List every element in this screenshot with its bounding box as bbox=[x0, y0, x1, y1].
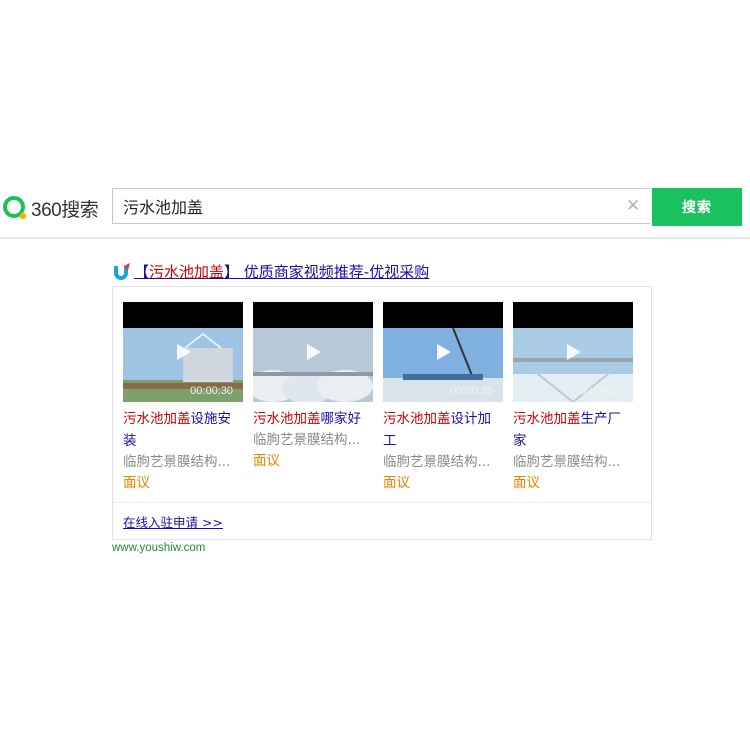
video-list: 00:00:30 污水池加盖设施安装 临朐艺景膜结构... 面议 00:00:1… bbox=[123, 302, 643, 502]
video-duration: 00:00:10 bbox=[320, 385, 363, 397]
video-card: 00:00:30 污水池加盖设施安装 临朐艺景膜结构... 面议 00:00:1… bbox=[112, 286, 652, 540]
video-item[interactable]: 00:00:35 污水池加盖设计加工 临朐艺景膜结构... 面议 bbox=[383, 302, 503, 493]
join-application-link[interactable]: 在线入驻申请 >> bbox=[123, 512, 223, 531]
result-title-link[interactable]: 【污水池加盖】 优质商家视频推荐-优视采购 bbox=[134, 261, 429, 282]
result-title-keyword: 污水池加盖 bbox=[149, 262, 225, 281]
clear-icon[interactable]: ✕ bbox=[624, 197, 642, 215]
video-price: 面议 bbox=[253, 453, 280, 469]
video-company: 临朐艺景膜结构... bbox=[253, 432, 361, 448]
video-price: 面议 bbox=[123, 475, 150, 491]
logo-text: 360搜索 bbox=[31, 199, 99, 221]
video-title-keyword: 污水池加盖 bbox=[513, 411, 581, 427]
video-duration: 00:00:30 bbox=[190, 385, 233, 397]
video-item[interactable]: 00:00:30 污水池加盖设施安装 临朐艺景膜结构... 面议 bbox=[123, 302, 243, 493]
video-item[interactable]: 00:00:10 污水池加盖哪家好 临朐艺景膜结构... 面议 bbox=[253, 302, 373, 471]
play-icon bbox=[567, 344, 581, 360]
video-title-keyword: 污水池加盖 bbox=[253, 411, 321, 427]
result-title: 【污水池加盖】 优质商家视频推荐-优视采购 bbox=[112, 260, 429, 282]
video-title[interactable]: 污水池加盖设计加工 bbox=[383, 408, 503, 452]
video-title-rest: 哪家好 bbox=[320, 411, 362, 427]
video-thumbnail[interactable]: 00:00:15 bbox=[513, 302, 633, 402]
video-title[interactable]: 污水池加盖哪家好 bbox=[253, 408, 373, 430]
play-icon bbox=[307, 344, 321, 360]
video-item[interactable]: 00:00:15 污水池加盖生产厂家 临朐艺景膜结构... 面议 bbox=[513, 302, 633, 493]
search-box[interactable]: ✕ bbox=[112, 188, 650, 224]
video-company: 临朐艺景膜结构... bbox=[123, 454, 231, 470]
video-duration: 00:00:35 bbox=[450, 385, 493, 397]
video-duration: 00:00:15 bbox=[580, 385, 623, 397]
video-company: 临朐艺景膜结构... bbox=[513, 454, 621, 470]
site-url[interactable]: www.youshiw.com bbox=[112, 542, 205, 554]
result-title-rest: 】 优质商家视频推荐-优视采购 bbox=[224, 262, 430, 281]
video-thumbnail[interactable]: 00:00:35 bbox=[383, 302, 503, 402]
youshi-brand-icon bbox=[114, 263, 130, 280]
play-icon bbox=[177, 344, 191, 360]
video-title-keyword: 污水池加盖 bbox=[383, 411, 451, 427]
video-title-keyword: 污水池加盖 bbox=[123, 411, 191, 427]
header-divider bbox=[0, 237, 750, 239]
play-icon bbox=[437, 344, 451, 360]
logo[interactable]: 360搜索 bbox=[2, 194, 99, 222]
video-title[interactable]: 污水池加盖生产厂家 bbox=[513, 408, 633, 452]
search-input[interactable] bbox=[123, 189, 603, 223]
video-price: 面议 bbox=[383, 475, 410, 491]
video-price: 面议 bbox=[513, 475, 540, 491]
video-title[interactable]: 污水池加盖设施安装 bbox=[123, 408, 243, 452]
video-thumbnail[interactable]: 00:00:10 bbox=[253, 302, 373, 402]
result-title-prefix: 【 bbox=[134, 262, 150, 281]
search-button[interactable]: 搜索 bbox=[652, 188, 742, 226]
360-logo-icon bbox=[3, 196, 27, 220]
card-divider bbox=[113, 502, 651, 503]
video-company: 临朐艺景膜结构... bbox=[383, 454, 491, 470]
video-thumbnail[interactable]: 00:00:30 bbox=[123, 302, 243, 402]
